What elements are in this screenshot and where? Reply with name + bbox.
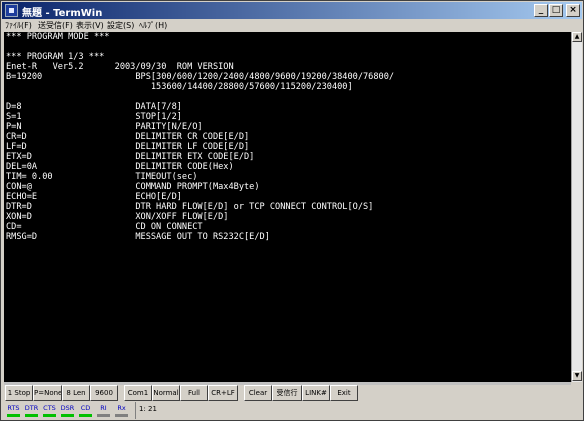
- led-label: CTS: [43, 404, 56, 412]
- duplex-button[interactable]: Full: [180, 385, 208, 401]
- close-button[interactable]: ×: [566, 4, 580, 17]
- led-label: RI: [100, 404, 107, 412]
- title-bar[interactable]: 無題 - TermWin _ □ ×: [2, 2, 582, 19]
- led-cts: CTS: [42, 403, 57, 419]
- terminal-line: DTR=D DTR HARD FLOW[E/D] or TCP CONNECT …: [6, 202, 374, 212]
- vertical-scrollbar[interactable]: ▲ ▼: [571, 32, 582, 382]
- terminal-line: B=19200 BPS[300/600/1200/2400/4800/9600/…: [6, 72, 395, 82]
- terminal-line: RMSG=D MESSAGE OUT TO RS232C[E/D]: [6, 232, 270, 242]
- scroll-down-arrow-icon[interactable]: ▼: [572, 371, 582, 381]
- terminal-output[interactable]: *** PROGRAM MODE *** *** PROGRAM 1/3 ***…: [4, 32, 571, 382]
- led-indicator: [7, 414, 20, 417]
- terminal-app-icon[interactable]: [5, 4, 18, 17]
- menu-settings[interactable]: 設定(S): [107, 20, 134, 31]
- terminal-line: DEL=0A DELIMITER CODE(Hex): [6, 162, 234, 172]
- terminal-line: LF=D DELIMITER LF CODE[E/D]: [6, 142, 250, 152]
- terminal-line: P=N PARITY[N/E/O]: [6, 122, 203, 132]
- led-indicator: [25, 414, 38, 417]
- terminal-line: CD= CD ON CONNECT: [6, 222, 203, 232]
- led-label: Rx: [117, 404, 126, 412]
- line-ending-button[interactable]: CR+LF: [208, 385, 238, 401]
- led-dtr: DTR: [24, 403, 39, 419]
- status-divider: [135, 402, 136, 419]
- link-button[interactable]: LINK#: [302, 385, 330, 401]
- scroll-up-arrow-icon[interactable]: ▲: [572, 32, 582, 42]
- led-indicator: [115, 414, 128, 417]
- data-length-button[interactable]: 8 Len: [62, 385, 90, 401]
- menu-view[interactable]: 表示(V): [76, 20, 104, 31]
- led-ri: RI: [96, 403, 111, 419]
- window-title: 無題 - TermWin: [22, 8, 103, 19]
- minimize-button[interactable]: _: [534, 4, 548, 17]
- mode-button[interactable]: Normal: [152, 385, 180, 401]
- menu-bar: ﾌｧｲﾙ(F) 送受信(F) 表示(V) 設定(S) ﾍﾙﾌﾟ(H): [2, 19, 582, 32]
- led-rx: Rx: [114, 403, 129, 419]
- stop-bits-button[interactable]: 1 Stop: [5, 385, 33, 401]
- led-label: RTS: [7, 404, 20, 412]
- led-dsr: DSR: [60, 403, 75, 419]
- cursor-position: 1: 21: [139, 405, 157, 413]
- led-cd: CD: [78, 403, 93, 419]
- command-toolbar: 1 Stop P=None 8 Len 9600 Com1 Normal Ful…: [1, 385, 584, 401]
- led-indicator: [97, 414, 110, 417]
- com-port-button[interactable]: Com1: [124, 385, 152, 401]
- terminal-line: ETX=D DELIMITER ETX CODE[E/D]: [6, 152, 255, 162]
- terminal-line: Enet-R Ver5.2 2003/09/30 ROM VERSION: [6, 62, 234, 72]
- receive-line-button[interactable]: 受信行: [272, 385, 302, 401]
- terminal-line: TIM= 0.00 TIMEOUT(sec): [6, 172, 198, 182]
- termwin-window: 無題 - TermWin _ □ × ﾌｧｲﾙ(F) 送受信(F) 表示(V) …: [0, 0, 584, 421]
- led-label: DTR: [24, 404, 39, 412]
- terminal-line: *** PROGRAM MODE ***: [6, 32, 110, 42]
- led-label: CD: [80, 404, 91, 412]
- terminal-line: CON=@ COMMAND PROMPT(Max4Byte): [6, 182, 260, 192]
- terminal-line: CR=D DELIMITER CR CODE[E/D]: [6, 132, 250, 142]
- terminal-line: ECHO=E ECHO[E/D]: [6, 192, 182, 202]
- led-indicator: [61, 414, 74, 417]
- parity-button[interactable]: P=None: [33, 385, 62, 401]
- menu-transfer[interactable]: 送受信(F): [38, 20, 73, 31]
- clear-button[interactable]: Clear: [244, 385, 272, 401]
- led-indicator: [43, 414, 56, 417]
- baud-rate-button[interactable]: 9600: [90, 385, 118, 401]
- terminal-line: 153600/14400/28800/57600/115200/230400]: [6, 82, 353, 92]
- terminal-line: D=8 DATA[7/8]: [6, 102, 182, 112]
- terminal-line: S=1 STOP[1/2]: [6, 112, 182, 122]
- led-label: DSR: [60, 404, 75, 412]
- menu-help[interactable]: ﾍﾙﾌﾟ(H): [139, 20, 167, 31]
- maximize-button[interactable]: □: [549, 4, 563, 17]
- led-indicator: [79, 414, 92, 417]
- led-rts: RTS: [6, 403, 21, 419]
- menu-file[interactable]: ﾌｧｲﾙ(F): [5, 20, 32, 31]
- status-bar: RTS DTR CTS DSR CD RI Rx: [1, 402, 584, 421]
- terminal-line: *** PROGRAM 1/3 ***: [6, 52, 105, 62]
- terminal-line: XON=D XON/XOFF FLOW[E/D]: [6, 212, 229, 222]
- exit-button[interactable]: Exit: [330, 385, 358, 401]
